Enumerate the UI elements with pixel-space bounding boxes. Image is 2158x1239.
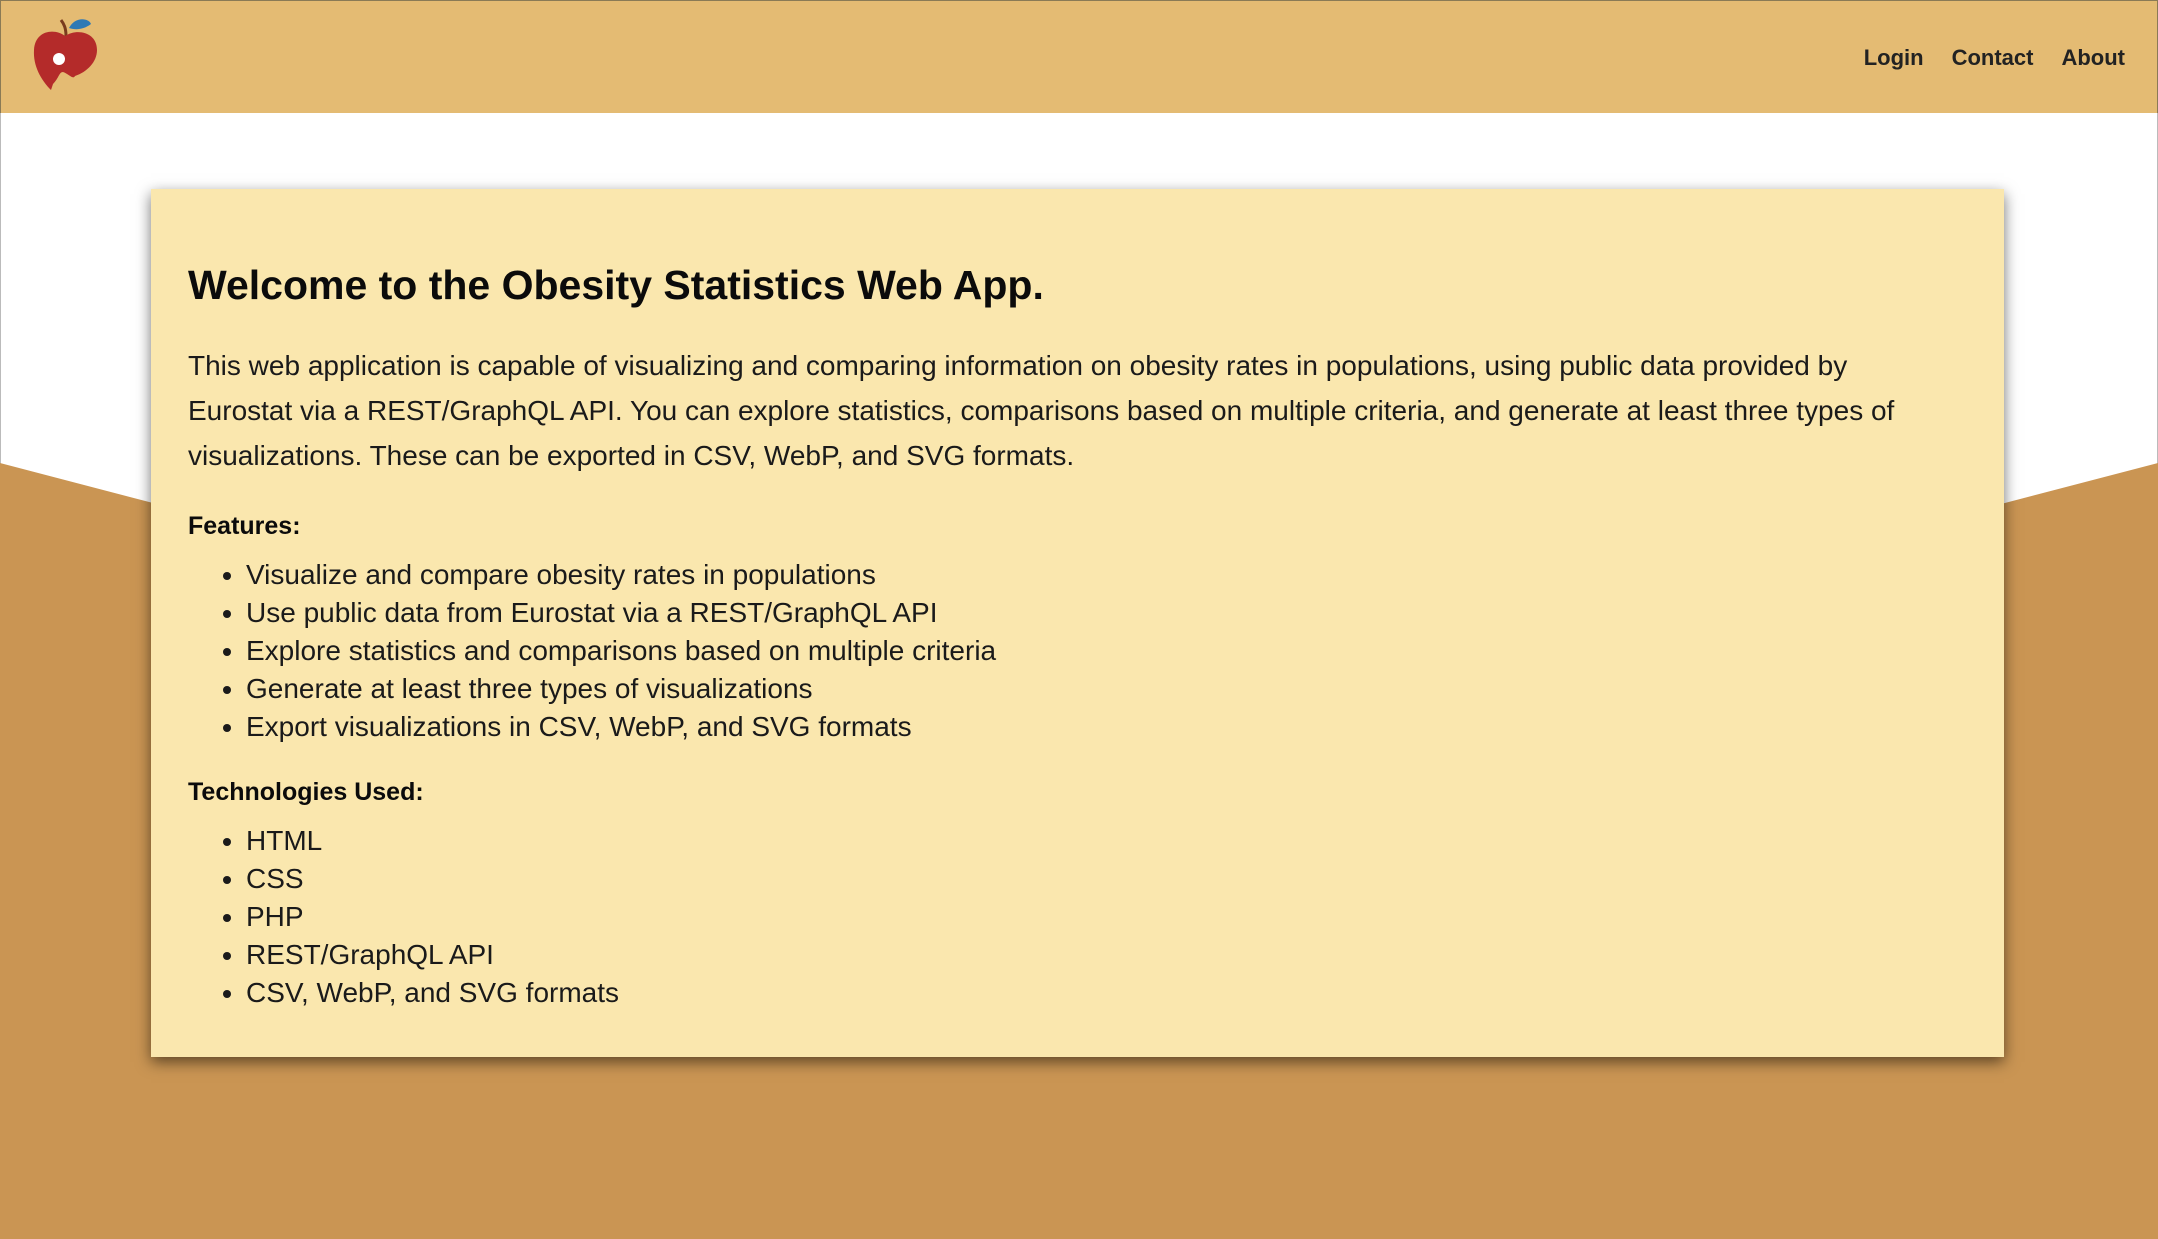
list-item: Explore statistics and comparisons based… [246, 632, 1967, 670]
site-header: Login Contact About [0, 0, 2158, 113]
nav-login-link[interactable]: Login [1864, 45, 1924, 71]
list-item: PHP [246, 898, 1967, 936]
technologies-heading: Technologies Used: [188, 778, 424, 806]
features-heading: Features: [188, 512, 301, 540]
list-item: CSS [246, 860, 1967, 898]
nav-contact-link[interactable]: Contact [1952, 45, 2034, 71]
logo-apple [33, 31, 97, 90]
list-item: Generate at least three types of visuali… [246, 670, 1967, 708]
list-item: HTML [246, 822, 1967, 860]
logo-person-head [53, 53, 65, 65]
logo-leaf [69, 19, 91, 30]
list-item: CSV, WebP, and SVG formats [246, 974, 1967, 1012]
features-list: Visualize and compare obesity rates in p… [188, 556, 1967, 746]
intro-line: Eurostat via a REST/GraphQL API. You can… [188, 395, 1895, 426]
page-title: Welcome to the Obesity Statistics Web Ap… [188, 262, 1044, 308]
list-item: Use public data from Eurostat via a REST… [246, 594, 1967, 632]
main-nav: Login Contact About [1864, 1, 2125, 114]
intro-line: This web application is capable of visua… [188, 350, 1848, 381]
intro-paragraph: This web application is capable of visua… [188, 343, 1967, 478]
list-item: Visualize and compare obesity rates in p… [246, 556, 1967, 594]
intro-line: visualizations. These can be exported in… [188, 440, 1075, 471]
logo-stem [59, 19, 68, 37]
apple-person-logo-icon[interactable] [29, 14, 101, 94]
nav-about-link[interactable]: About [2061, 45, 2125, 71]
list-item: Export visualizations in CSV, WebP, and … [246, 708, 1967, 746]
list-item: REST/GraphQL API [246, 936, 1967, 974]
technologies-list: HTML CSS PHP REST/GraphQL API CSV, WebP,… [188, 822, 1967, 1012]
welcome-card: Welcome to the Obesity Statistics Web Ap… [151, 189, 2004, 1057]
